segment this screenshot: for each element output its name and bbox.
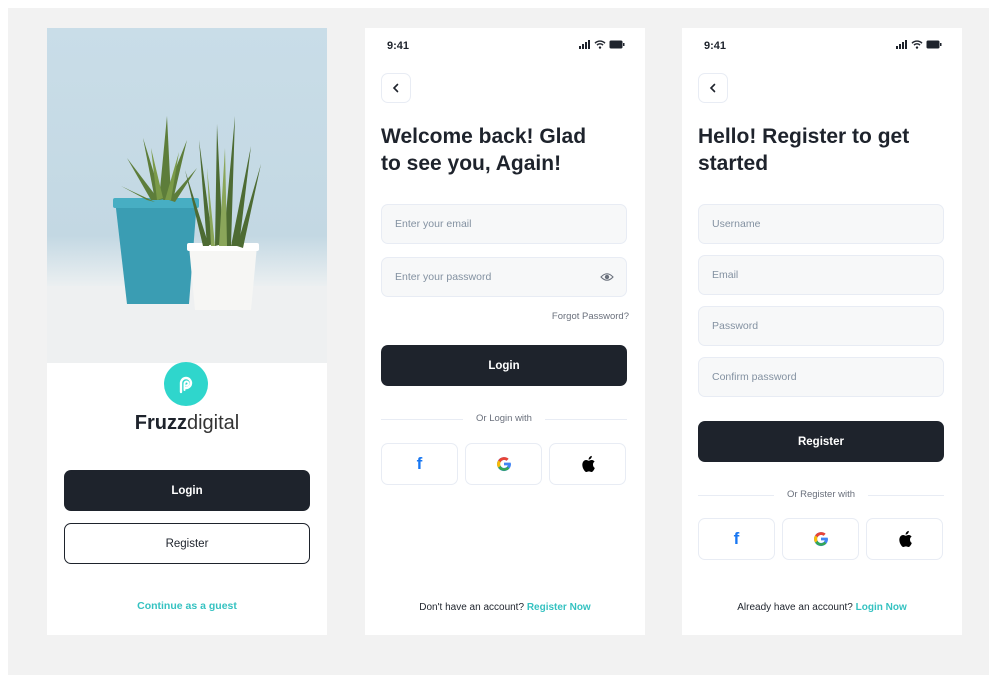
battery-icon [926, 40, 942, 49]
google-login-button[interactable] [465, 443, 542, 485]
email-field-container [698, 255, 944, 295]
fruzz-logo-icon [164, 362, 208, 406]
hero-image [47, 28, 327, 363]
status-icons [579, 40, 625, 49]
continue-as-guest-link[interactable]: Continue as a guest [47, 600, 327, 612]
google-register-button[interactable] [782, 518, 859, 560]
status-icons [896, 40, 942, 49]
login-prompt-text: Already have an account? [737, 602, 853, 613]
login-submit-button[interactable]: Login [381, 345, 627, 386]
signal-icon [579, 40, 590, 49]
password-field[interactable] [382, 258, 595, 296]
signal-icon [896, 40, 907, 49]
brand-bold: Fruzz [134, 412, 187, 434]
divider-line-right [868, 495, 944, 496]
status-time: 9:41 [704, 40, 727, 52]
facebook-icon: f [416, 454, 423, 473]
register-submit-button[interactable]: Register [698, 421, 944, 462]
divider: Or Login with [381, 413, 627, 425]
username-field[interactable] [699, 205, 912, 243]
login-button[interactable]: Login [64, 470, 310, 511]
register-button[interactable]: Register [64, 523, 310, 564]
title-line-2: to see you, Again! [381, 152, 562, 175]
wifi-icon [594, 40, 606, 49]
google-icon [813, 532, 828, 547]
page-title: Welcome back! Glad to see you, Again! [381, 123, 631, 177]
divider-line-right [545, 419, 627, 420]
welcome-screen: Fruzzdigital Login Register Continue as … [47, 28, 327, 635]
apple-login-button[interactable] [549, 443, 626, 485]
login-screen: 9:41 Welcome back! Glad to see you, Agai… [365, 28, 645, 635]
google-icon [496, 457, 511, 472]
password-field-container [698, 306, 944, 346]
battery-icon [609, 40, 625, 49]
email-field[interactable] [699, 256, 912, 294]
back-button[interactable] [381, 73, 411, 103]
page-title: Hello! Register to get started [698, 123, 948, 177]
apple-icon [898, 530, 912, 547]
status-time: 9:41 [387, 40, 410, 52]
password-field[interactable] [699, 307, 912, 345]
password-field-container [381, 257, 627, 297]
facebook-register-button[interactable]: f [698, 518, 775, 560]
title-line-1: Welcome back! Glad [381, 125, 587, 148]
forgot-password-link[interactable]: Forgot Password? [552, 311, 629, 322]
apple-register-button[interactable] [866, 518, 943, 560]
register-screen: 9:41 Hello! Register to get started User… [682, 28, 962, 635]
brand-light: digital [186, 412, 240, 434]
chevron-left-icon [392, 83, 399, 93]
confirm-password-field[interactable] [699, 358, 912, 396]
back-button[interactable] [698, 73, 728, 103]
title-line-2: started [698, 152, 769, 175]
facebook-login-button[interactable]: f [381, 443, 458, 485]
login-prompt: Already have an account? Login Now [682, 602, 962, 613]
apple-icon [581, 455, 595, 472]
username-field-container [698, 204, 944, 244]
email-field-container [381, 204, 627, 244]
chevron-left-icon [709, 83, 716, 93]
brand-wordmark: Fruzzdigital [47, 412, 327, 435]
eye-icon[interactable] [600, 271, 614, 283]
divider: Or Register with [698, 489, 944, 501]
title-line-1: Hello! Register to get [698, 125, 910, 148]
email-field[interactable] [382, 205, 595, 243]
confirm-password-field-container [698, 357, 944, 397]
register-prompt: Don't have an account? Register Now [365, 602, 645, 613]
facebook-icon: f [733, 529, 740, 548]
register-now-link[interactable]: Register Now [527, 602, 591, 613]
register-prompt-text: Don't have an account? [419, 602, 525, 613]
wifi-icon [911, 40, 923, 49]
login-now-link[interactable]: Login Now [856, 602, 907, 613]
